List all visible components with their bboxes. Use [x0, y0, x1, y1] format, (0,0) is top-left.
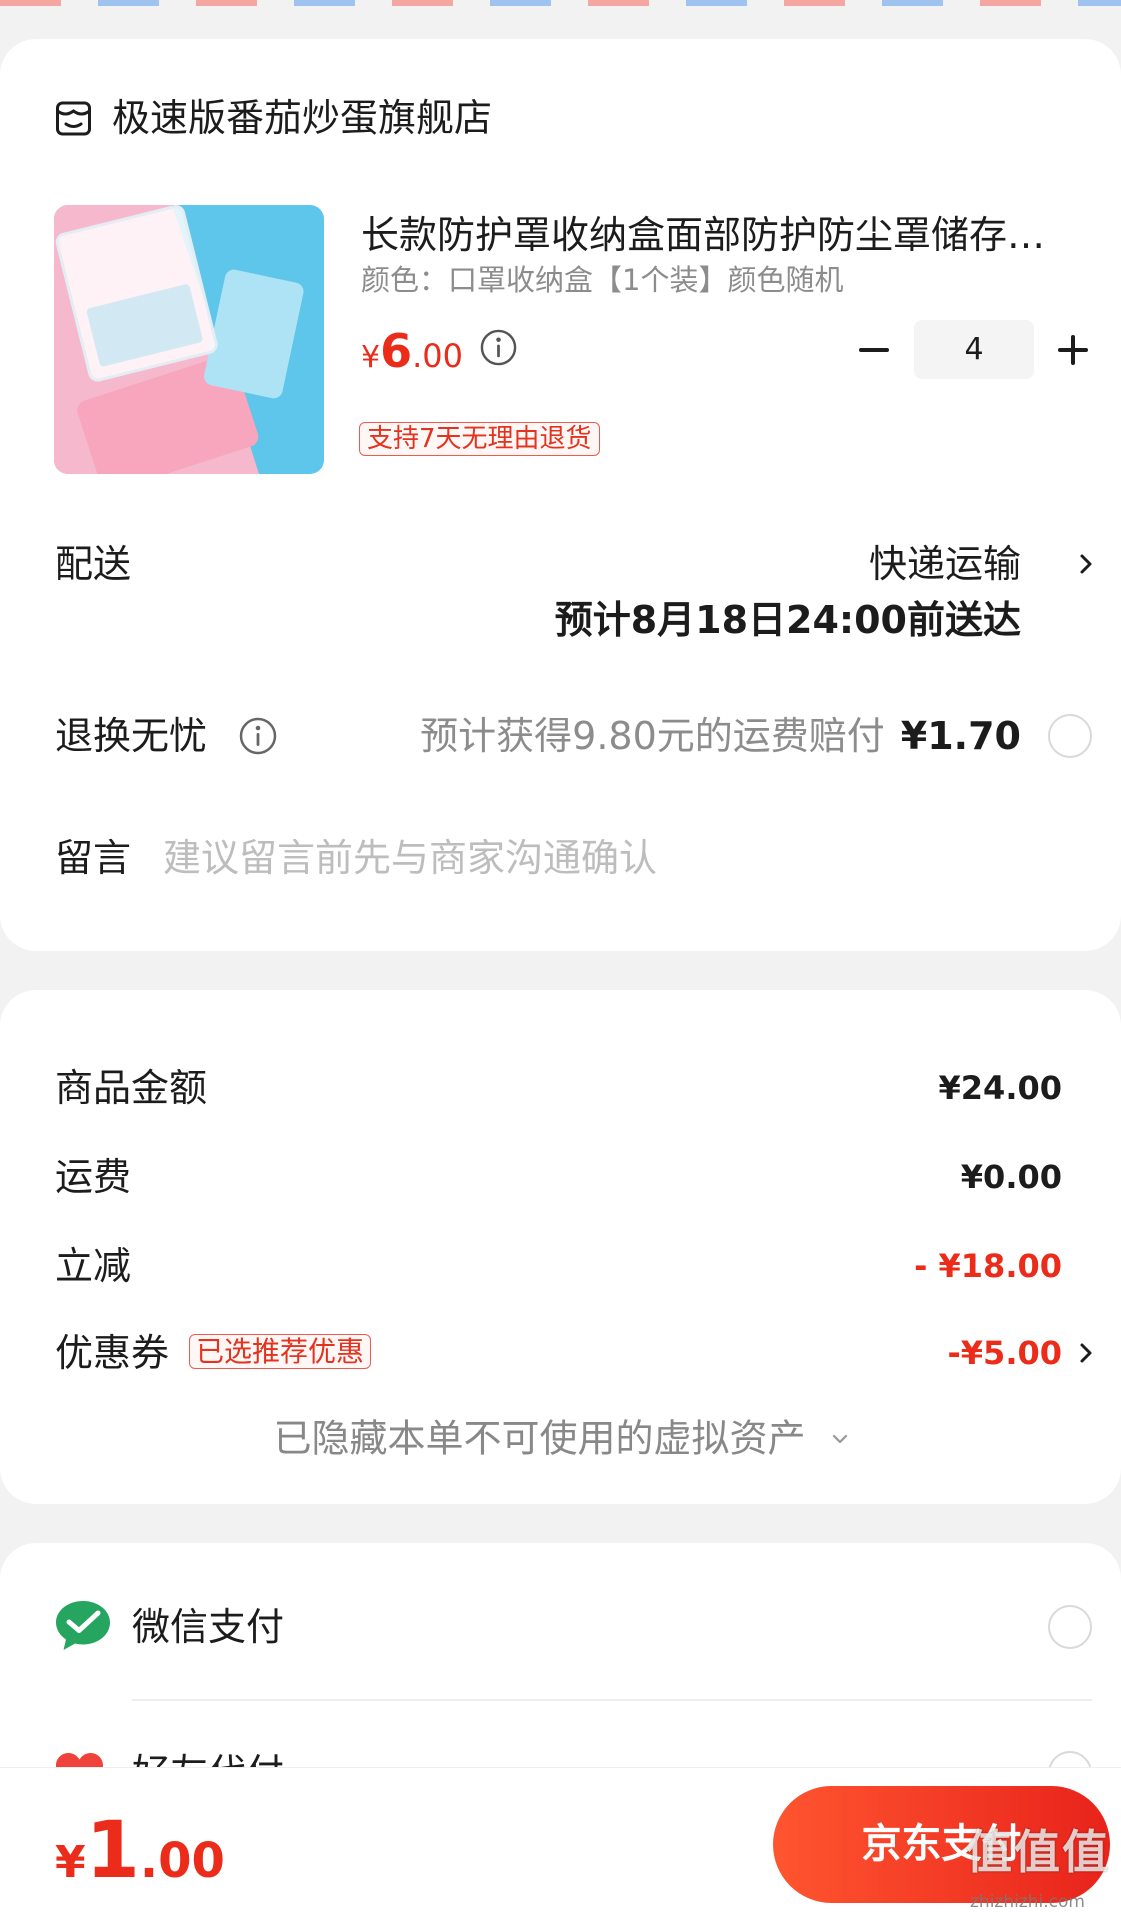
- return-insurance-label: 退换无忧: [55, 714, 208, 758]
- chevron-right-icon[interactable]: [1079, 1342, 1093, 1364]
- return-insurance-info: 预计获得9.80元的运费赔付 ¥1.70: [420, 712, 1021, 760]
- shipping-fee-label: 运费: [55, 1155, 132, 1199]
- product-title[interactable]: 长款防护罩收纳盒面部防护防尘罩储存…: [361, 211, 1061, 259]
- price-integer: 6: [380, 324, 413, 378]
- store-name[interactable]: 极速版番茄炒蛋旗舰店: [112, 94, 492, 142]
- order-total: ¥1.00: [55, 1812, 225, 1890]
- delivery-eta: 预计8月18日24:00前送达: [554, 598, 1021, 642]
- wechat-pay-icon: [54, 1599, 112, 1653]
- hidden-assets-text: 已隐藏本单不可使用的虚拟资产: [273, 1416, 806, 1461]
- chevron-right-icon[interactable]: [1079, 553, 1093, 575]
- shipping-fee-value: ¥0.00: [960, 1158, 1062, 1196]
- payment-method-name: 微信支付: [132, 1605, 285, 1649]
- delivery-method[interactable]: 快递运输: [869, 540, 1021, 588]
- return-insurance-description: 预计获得9.80元的运费赔付: [420, 714, 885, 758]
- price-summary-card: 商品金额 ¥24.00 运费 ¥0.00 立减 - ¥18.00 优惠券 已选推…: [0, 990, 1121, 1504]
- coupon-value[interactable]: -¥5.00: [948, 1329, 1063, 1377]
- return-insurance-radio[interactable]: [1048, 714, 1092, 758]
- hidden-assets-toggle[interactable]: 已隐藏本单不可使用的虚拟资产: [0, 1412, 1121, 1463]
- subtotal-value: ¥24.00: [938, 1069, 1062, 1107]
- note-label: 留言: [55, 836, 132, 880]
- quantity-increase-button[interactable]: [1048, 325, 1098, 375]
- watermark-logo: 值值值: [966, 1825, 1110, 1879]
- instant-discount-label: 立减: [55, 1244, 132, 1288]
- info-icon[interactable]: [479, 328, 518, 367]
- note-input[interactable]: [163, 834, 1063, 882]
- store-icon[interactable]: [55, 98, 92, 137]
- chevron-down-icon: [832, 1434, 848, 1444]
- product-price: ¥6.00: [361, 324, 463, 389]
- total-currency: ¥: [55, 1837, 86, 1888]
- divider: [132, 1699, 1092, 1701]
- watermark-site: zhizhizhi.com: [970, 1892, 1085, 1912]
- minus-icon: [859, 348, 889, 352]
- payment-option-wechat[interactable]: 微信支付: [0, 1583, 1121, 1673]
- quantity-input[interactable]: [914, 320, 1034, 379]
- info-icon[interactable]: [238, 716, 278, 756]
- price-decimal: .00: [412, 337, 463, 375]
- wechat-pay-radio[interactable]: [1048, 1605, 1092, 1649]
- product-spec[interactable]: 颜色：口罩收纳盒【1个装】颜色随机: [361, 262, 843, 298]
- price-currency: ¥: [361, 340, 381, 375]
- total-decimal: .00: [139, 1833, 225, 1889]
- subtotal-label: 商品金额: [55, 1066, 208, 1110]
- coupon-badge: 已选推荐优惠: [189, 1334, 372, 1369]
- coupon-label[interactable]: 优惠券: [55, 1329, 169, 1377]
- quantity-decrease-button[interactable]: [849, 325, 899, 375]
- order-card: 极速版番茄炒蛋旗舰店 长款防护罩收纳盒面部防护防尘罩储存… 颜色：口罩收纳盒【1…: [0, 39, 1121, 951]
- delivery-label: 配送: [55, 542, 132, 586]
- instant-discount-value: - ¥18.00: [914, 1247, 1062, 1285]
- return-policy-badge: 支持7天无理由退货: [359, 422, 600, 456]
- return-insurance-price: ¥1.70: [900, 714, 1021, 758]
- total-integer: 1: [85, 1806, 140, 1896]
- airmail-stripe: [0, 0, 1121, 6]
- product-image[interactable]: [54, 205, 324, 474]
- checkout-bar: ¥1.00 京东支付: [0, 1767, 1121, 1916]
